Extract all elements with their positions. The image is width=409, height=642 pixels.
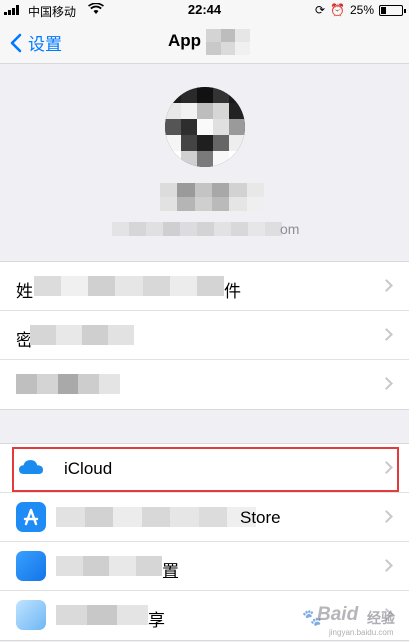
row-label-end: Store <box>240 508 281 527</box>
blurred-title-text <box>206 29 250 55</box>
row-label-end: 件 <box>224 282 241 301</box>
list-item-location-settings[interactable]: 置 <box>0 542 409 591</box>
watermark-suffix: 经验 <box>367 610 395 626</box>
list-item-itunes-app-store[interactable]: Store <box>0 493 409 542</box>
chevron-right-icon <box>380 510 393 523</box>
profile-name-blurred <box>160 183 264 211</box>
list-item-payment-shipping[interactable] <box>0 360 409 409</box>
account-settings-group: 姓 件 密 <box>0 261 409 410</box>
row-label-end: 享 <box>148 611 165 630</box>
row-label-start: 姓 <box>16 282 33 301</box>
icloud-icon <box>16 453 46 483</box>
blurred-row-text <box>16 374 120 394</box>
battery-icon <box>379 4 406 16</box>
family-sharing-icon <box>16 600 46 630</box>
chevron-right-icon <box>380 328 393 341</box>
row-label-end: 置 <box>162 562 179 581</box>
app-store-icon <box>16 502 46 532</box>
chevron-right-icon <box>380 377 393 390</box>
battery-percent: 25% <box>349 3 374 17</box>
baidu-watermark: 🐾 Baid 经验 jingyan.baidu.com <box>301 602 401 637</box>
avatar[interactable] <box>165 87 245 167</box>
chevron-right-icon <box>380 279 393 292</box>
watermark-url: jingyan.baidu.com <box>329 628 394 637</box>
profile-email-suffix: om <box>280 221 300 237</box>
navigation-bar: 设置 App <box>0 20 409 64</box>
status-bar: 中国移动 22:44 ⟳ ⏰ 25% <box>0 0 409 20</box>
app-icon-blue <box>16 551 46 581</box>
orientation-lock-icon: ⟳ <box>314 3 326 17</box>
profile-header: om <box>0 65 409 240</box>
row-label: iCloud <box>64 459 113 478</box>
list-item-password-security[interactable]: 密 <box>0 311 409 360</box>
chevron-right-icon <box>380 461 393 474</box>
blurred-row-text <box>34 276 224 296</box>
list-item-name-phone-email[interactable]: 姓 件 <box>0 262 409 311</box>
page-title: App <box>167 31 202 50</box>
profile-email-blurred <box>112 222 282 236</box>
blurred-row-text <box>56 507 257 527</box>
chevron-right-icon <box>380 559 393 572</box>
blurred-row-text <box>30 325 134 345</box>
blurred-row-text <box>56 605 149 625</box>
alarm-icon: ⏰ <box>330 3 345 17</box>
list-item-icloud[interactable]: iCloud <box>0 444 409 493</box>
blurred-row-text <box>56 556 162 576</box>
watermark-text: Baid <box>317 604 359 625</box>
